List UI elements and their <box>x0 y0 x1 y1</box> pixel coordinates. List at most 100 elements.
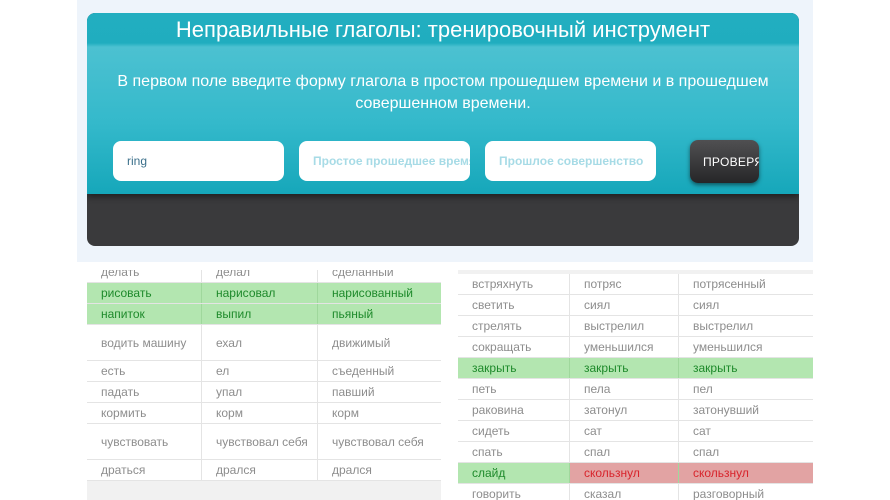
table-cell-text: стрелять <box>472 319 522 333</box>
table-cell: рисовать <box>87 283 202 303</box>
table-cell-text: скользнул <box>693 466 749 480</box>
table-cell-text: разговорный <box>693 487 765 500</box>
table-row: есть ел съеденный <box>87 361 441 382</box>
table-cell-text: сиял <box>693 298 720 312</box>
table-cell: сказал <box>570 484 679 500</box>
table-cell: делал <box>202 270 318 282</box>
table-cell-text: выстрелил <box>693 319 754 333</box>
table-row: закрыть закрыть закрыть <box>458 358 813 379</box>
table-cell-text: корм <box>216 406 243 420</box>
table-cell-text: водить машину <box>101 335 187 350</box>
table-cell-text: нарисованный <box>332 286 413 300</box>
table-cell: слайд <box>458 463 570 483</box>
table-cell: спал <box>570 442 679 462</box>
table-cell-text: пела <box>584 382 611 396</box>
table-cell: чувствовал себя <box>318 424 441 459</box>
table-cell-text: закрыть <box>472 361 517 375</box>
table-cell: пьяный <box>318 304 441 324</box>
table-cell: корм <box>202 403 318 423</box>
table-cell-text: скользнул <box>584 466 640 480</box>
verb-input[interactable]: ring <box>113 141 284 181</box>
check-button[interactable]: ПРОВЕРЯТЬ <box>690 140 759 183</box>
table-row: делать делал сделанный <box>87 270 441 283</box>
table-row: раковина затонул затонувший <box>458 400 813 421</box>
table-cell-text: сиял <box>584 298 611 312</box>
table-cell-text: раковина <box>472 403 524 417</box>
table-cell-text: корм <box>332 406 359 420</box>
table-cell: выстрелил <box>570 316 679 336</box>
trainer-panel: Неправильные глаголы: тренировочный инст… <box>87 13 799 246</box>
table-cell-text: петь <box>472 382 497 396</box>
table-cell-text: сат <box>693 424 711 438</box>
table-row: петь пела пел <box>458 379 813 400</box>
table-cell: разговорный <box>679 484 813 500</box>
table-cell-text: есть <box>101 364 126 378</box>
table-cell-text: потряс <box>584 277 622 291</box>
table-cell: сат <box>679 421 813 441</box>
table-cell-text: движимый <box>332 335 391 350</box>
table-cell: водить машину <box>87 325 202 360</box>
table-cell: уменьшился <box>570 337 679 357</box>
table-row: стрелять выстрелил выстрелил <box>458 316 813 337</box>
table-cell: напиток <box>87 304 202 324</box>
trainer-header: Неправильные глаголы: тренировочный инст… <box>87 13 799 194</box>
table-cell-text: сказал <box>584 487 622 500</box>
table-cell: упал <box>202 382 318 402</box>
past-perfect-input[interactable]: Прошлое совершенство <box>485 141 656 181</box>
right-verb-table-body: встряхнуть потряс потрясенный светить сиял си… <box>458 274 813 500</box>
table-cell: скользнул <box>570 463 679 483</box>
table-cell-text: уменьшился <box>584 340 654 354</box>
table-cell: светить <box>458 295 570 315</box>
table-cell-text: закрыть <box>584 361 629 375</box>
table-row: водить машину ехал движимый <box>87 325 441 361</box>
table-row: встряхнуть потряс потрясенный <box>458 274 813 295</box>
table-cell: пел <box>679 379 813 399</box>
table-cell: кормить <box>87 403 202 423</box>
table-cell-text: спал <box>693 445 720 459</box>
table-cell-text: уменьшился <box>693 340 763 354</box>
table-cell-text: сокращать <box>472 340 532 354</box>
table-cell: скользнул <box>679 463 813 483</box>
table-cell-text: дрался <box>332 463 372 477</box>
table-row: спать спал спал <box>458 442 813 463</box>
table-cell-text: слайд <box>472 466 506 480</box>
table-cell: сиял <box>570 295 679 315</box>
table-cell-text: светить <box>472 298 515 312</box>
table-cell: сат <box>570 421 679 441</box>
table-cell: встряхнуть <box>458 274 570 294</box>
table-cell: стрелять <box>458 316 570 336</box>
table-cell: спал <box>679 442 813 462</box>
table-cell-text: говорить <box>472 487 521 500</box>
table-cell-text: чувствовать <box>101 434 169 449</box>
table-row: слайд скользнул скользнул <box>458 463 813 484</box>
table-cell-text: сделанный <box>332 270 394 279</box>
table-cell: раковина <box>458 400 570 420</box>
table-cell-text: спать <box>472 445 503 459</box>
table-cell: спать <box>458 442 570 462</box>
table-cell: затонул <box>570 400 679 420</box>
table-cell-text: дрался <box>216 463 256 477</box>
table-cell-text: напиток <box>101 307 145 321</box>
table-cell-text: упал <box>216 385 243 399</box>
table-cell: дрался <box>318 460 441 480</box>
table-cell: павший <box>318 382 441 402</box>
table-row: говорить сказал разговорный <box>458 484 813 500</box>
past-simple-input[interactable]: Простое прошедшее время <box>299 141 470 181</box>
table-cell-text: ел <box>216 364 230 378</box>
table-cell-text: затонувший <box>693 403 759 417</box>
table-cell-text: сат <box>584 424 602 438</box>
table-row: светить сиял сиял <box>458 295 813 316</box>
table-cell: затонувший <box>679 400 813 420</box>
table-cell-text: потрясенный <box>693 277 766 291</box>
table-cell: закрыть <box>679 358 813 378</box>
page-title: Неправильные глаголы: тренировочный инст… <box>175 17 711 42</box>
table-cell: закрыть <box>458 358 570 378</box>
table-cell: дрался <box>202 460 318 480</box>
table-cell-text: сидеть <box>472 424 510 438</box>
table-cell: выстрелил <box>679 316 813 336</box>
table-cell: драться <box>87 460 202 480</box>
table-cell-text: съеденный <box>332 364 395 378</box>
table-cell: съеденный <box>318 361 441 381</box>
table-cell: есть <box>87 361 202 381</box>
table-cell: уменьшился <box>679 337 813 357</box>
